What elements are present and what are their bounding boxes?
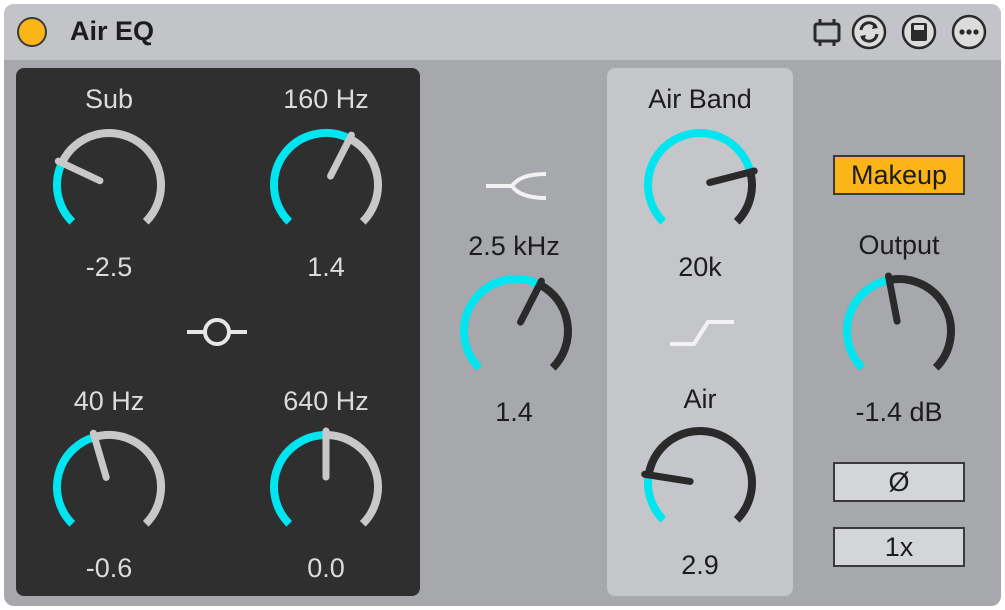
640hz-knob[interactable]	[261, 422, 391, 552]
knob-value-arc	[460, 275, 542, 371]
device-clip-icon[interactable]	[809, 14, 845, 50]
output-knob[interactable]	[834, 266, 964, 396]
airband-knob[interactable]	[635, 120, 765, 250]
knob-value-arc	[270, 431, 327, 527]
more-icon[interactable]	[951, 14, 987, 50]
save-icon[interactable]	[901, 14, 937, 50]
sync-icon[interactable]	[851, 14, 887, 50]
air-knob-value: 2.9	[681, 550, 719, 580]
mid-knob-value: 1.4	[495, 397, 533, 427]
40hz-knob-label: 40 Hz	[73, 386, 145, 416]
160hz-knob-label: 160 Hz	[283, 84, 369, 114]
output-knob-label: Output	[858, 230, 940, 260]
makeup-button[interactable]: Makeup	[833, 155, 965, 195]
knob-track-arc	[347, 135, 382, 225]
knob-track-arc	[733, 171, 756, 225]
knob-needle	[517, 277, 545, 326]
peak-shape-icon[interactable]	[184, 312, 250, 348]
air-eq-device: Air EQ Sub 160 Hz -2.5 1.4 40 Hz 640 Hz …	[4, 4, 1001, 606]
airband-knob-value: 20k	[678, 252, 722, 282]
640hz-knob-label: 640 Hz	[283, 386, 369, 416]
device-title: Air EQ	[70, 16, 155, 46]
knob-needle	[54, 157, 104, 185]
crossover-split-icon[interactable]	[482, 168, 550, 204]
device-power-toggle[interactable]	[17, 17, 47, 47]
air-knob[interactable]	[635, 418, 765, 548]
knob-track-arc	[58, 129, 165, 225]
knob-needle	[327, 131, 355, 180]
knob-value-arc	[270, 129, 352, 225]
mid-knob[interactable]	[451, 266, 581, 396]
knob-value-arc	[644, 474, 667, 523]
output-knob-value: -1.4 dB	[855, 397, 943, 427]
sub-knob-value: -2.5	[85, 252, 133, 282]
oversampling-button[interactable]: 1x	[833, 527, 965, 567]
device-title-bar: Air EQ	[4, 4, 1001, 60]
160hz-knob-value: 1.4	[307, 252, 345, 282]
airband-knob-label: Air Band	[648, 84, 752, 114]
knob-value-arc	[843, 275, 891, 371]
40hz-knob[interactable]	[44, 422, 174, 552]
knob-track-arc	[325, 431, 382, 527]
high-shelf-icon[interactable]	[668, 314, 736, 350]
knob-value-arc	[53, 161, 76, 225]
sub-knob-label: Sub	[84, 84, 134, 114]
knob-track-arc	[537, 281, 572, 371]
knob-value-arc	[53, 433, 96, 527]
air-knob-label: Air	[683, 384, 717, 414]
640hz-knob-value: 0.0	[307, 553, 345, 583]
40hz-knob-value: -0.6	[85, 553, 133, 583]
phase-invert-button[interactable]: Ø	[833, 462, 965, 502]
160hz-knob[interactable]	[261, 120, 391, 250]
sub-knob[interactable]	[44, 120, 174, 250]
mid-knob-label: 2.5 kHz	[468, 231, 560, 261]
